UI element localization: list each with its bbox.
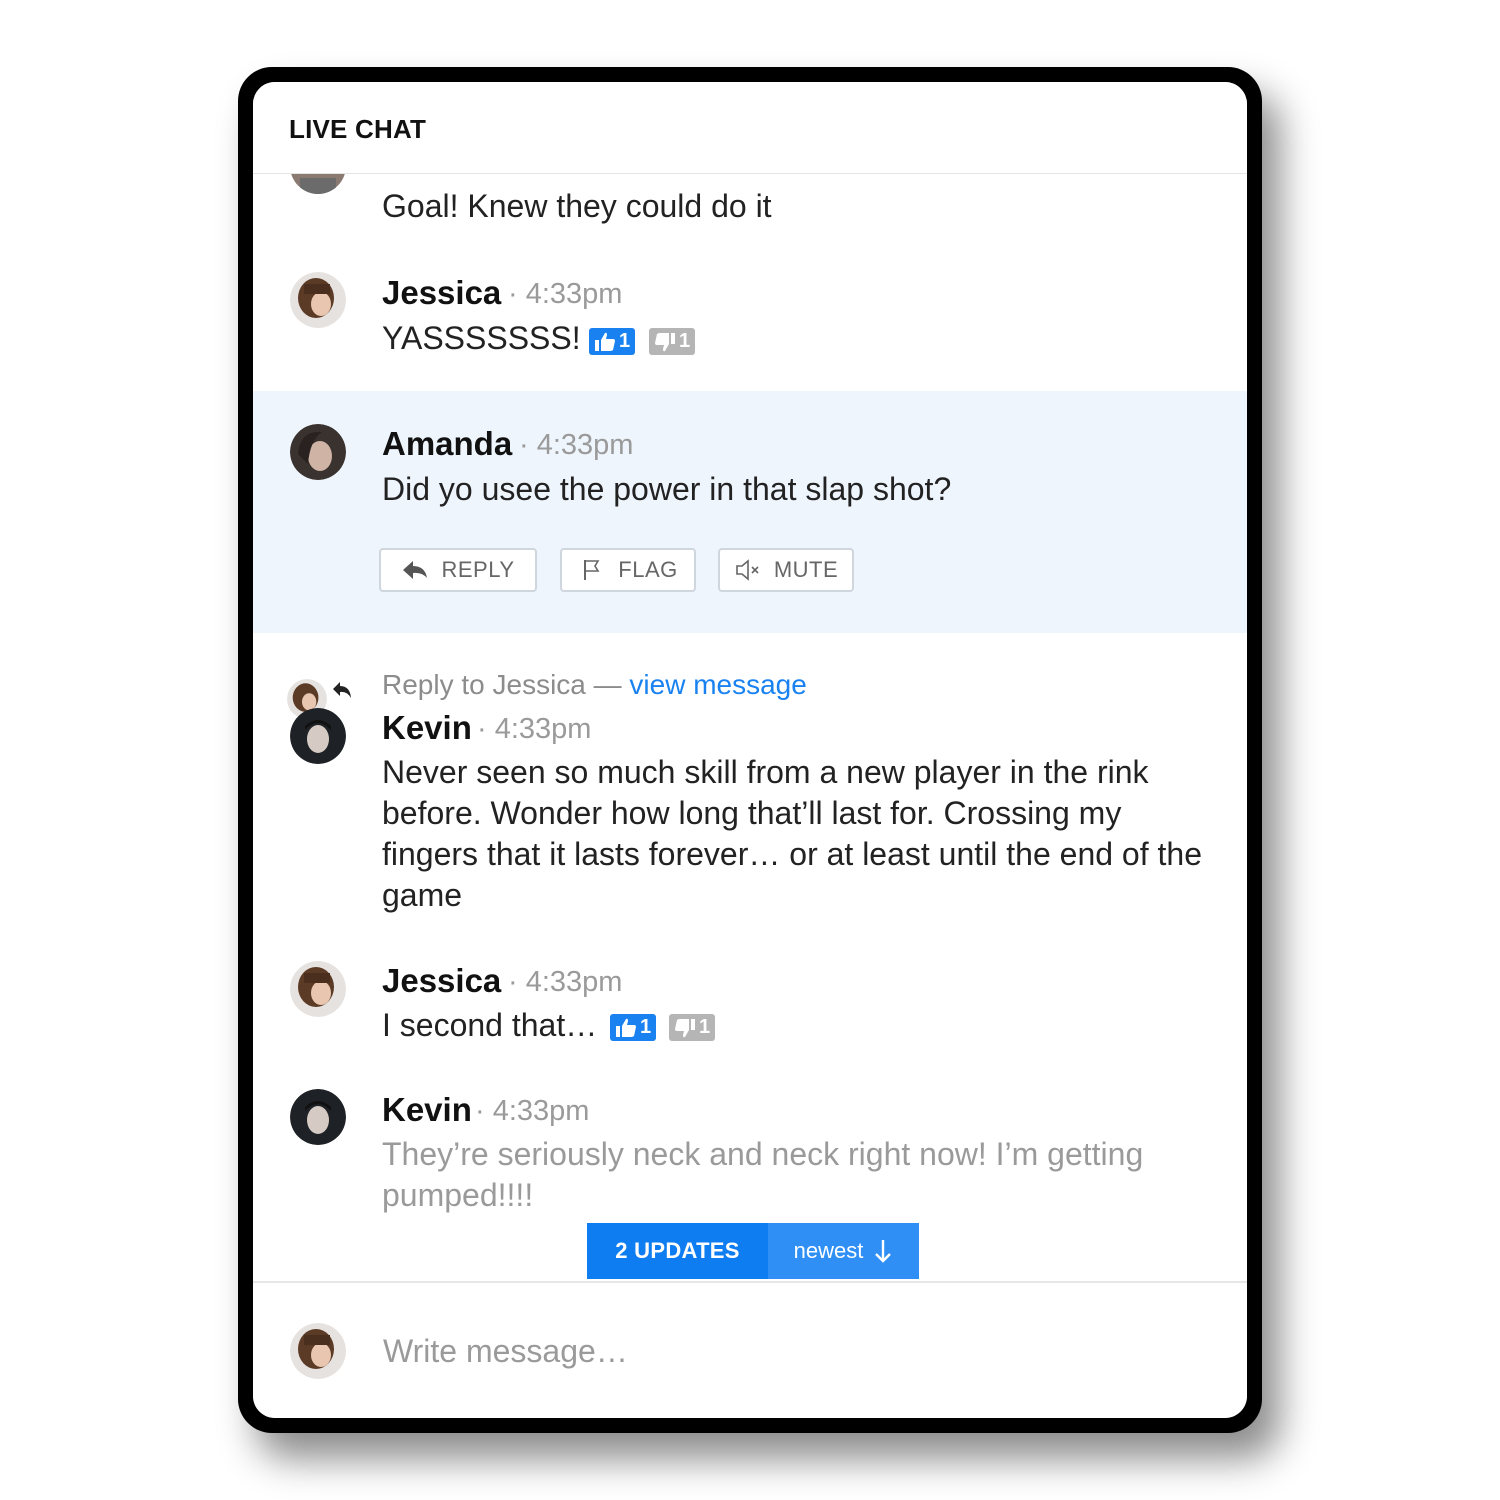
reply-reference: Reply to Jessica — view message xyxy=(382,669,807,700)
flag-button[interactable]: FLAG xyxy=(560,548,696,592)
dislike-button[interactable]: 1 xyxy=(649,328,696,355)
chat-header: LIVE CHAT xyxy=(253,82,1247,174)
like-button[interactable]: 1 xyxy=(610,1014,657,1041)
timestamp: · 4:33pm xyxy=(519,429,634,461)
message-text: They’re seriously neck and neck right no… xyxy=(382,1136,1144,1213)
timestamp: · 4:33pm xyxy=(475,1095,590,1127)
updates-count-button[interactable]: 2 UPDATES xyxy=(587,1223,768,1279)
dislike-button[interactable]: 1 xyxy=(669,1014,716,1041)
avatar xyxy=(290,272,346,328)
author-name[interactable]: Kevin xyxy=(382,709,472,747)
flag-icon xyxy=(584,560,600,580)
avatar xyxy=(290,174,346,194)
message-text: I second that… xyxy=(382,1007,598,1043)
message-text: Did yo usee the power in that slap shot? xyxy=(382,471,952,507)
author-name[interactable]: Jessica xyxy=(382,274,501,312)
avatar xyxy=(290,1089,346,1145)
mute-icon xyxy=(736,559,759,581)
author-name[interactable]: Kevin xyxy=(382,1091,472,1129)
jump-to-newest-button[interactable]: newest xyxy=(768,1223,919,1279)
thumbs-up-icon xyxy=(595,332,615,351)
like-button[interactable]: 1 xyxy=(589,328,636,355)
timestamp: · 4:33pm xyxy=(508,278,623,310)
thumbs-down-icon xyxy=(675,1018,695,1037)
message-composer xyxy=(253,1281,1247,1418)
reply-button[interactable]: REPLY xyxy=(379,548,537,592)
live-chat-screen: LIVE CHAT Goal! Knew they could do it Je… xyxy=(253,82,1247,1418)
page-title: LIVE CHAT xyxy=(289,114,427,144)
mute-button[interactable]: MUTE xyxy=(718,548,854,592)
author-name[interactable]: Amanda xyxy=(382,425,512,463)
arrow-down-icon xyxy=(875,1240,892,1263)
message-text: Goal! Knew they could do it xyxy=(382,188,772,224)
timestamp: · 4:33pm xyxy=(477,713,592,745)
thumbs-down-icon xyxy=(655,332,675,351)
avatar xyxy=(290,1323,346,1379)
new-updates-bar[interactable]: 2 UPDATES newest xyxy=(587,1223,919,1279)
reply-arrow-icon xyxy=(333,682,351,698)
timestamp: · 4:33pm xyxy=(508,966,623,998)
message-input[interactable] xyxy=(383,1333,1183,1370)
reply-arrow-icon xyxy=(403,561,428,579)
avatar xyxy=(290,961,346,1017)
view-message-link[interactable]: view message xyxy=(629,669,806,700)
message-text: YASSSSSSS! xyxy=(382,320,581,356)
message-feed[interactable]: Goal! Knew they could do it Jessica · 4:… xyxy=(253,174,1247,1280)
avatar xyxy=(290,708,346,764)
message-text: Never seen so much skill from a new play… xyxy=(382,754,1202,913)
avatar xyxy=(290,424,346,480)
thumbs-up-icon xyxy=(616,1018,636,1037)
author-name[interactable]: Jessica xyxy=(382,962,501,1000)
